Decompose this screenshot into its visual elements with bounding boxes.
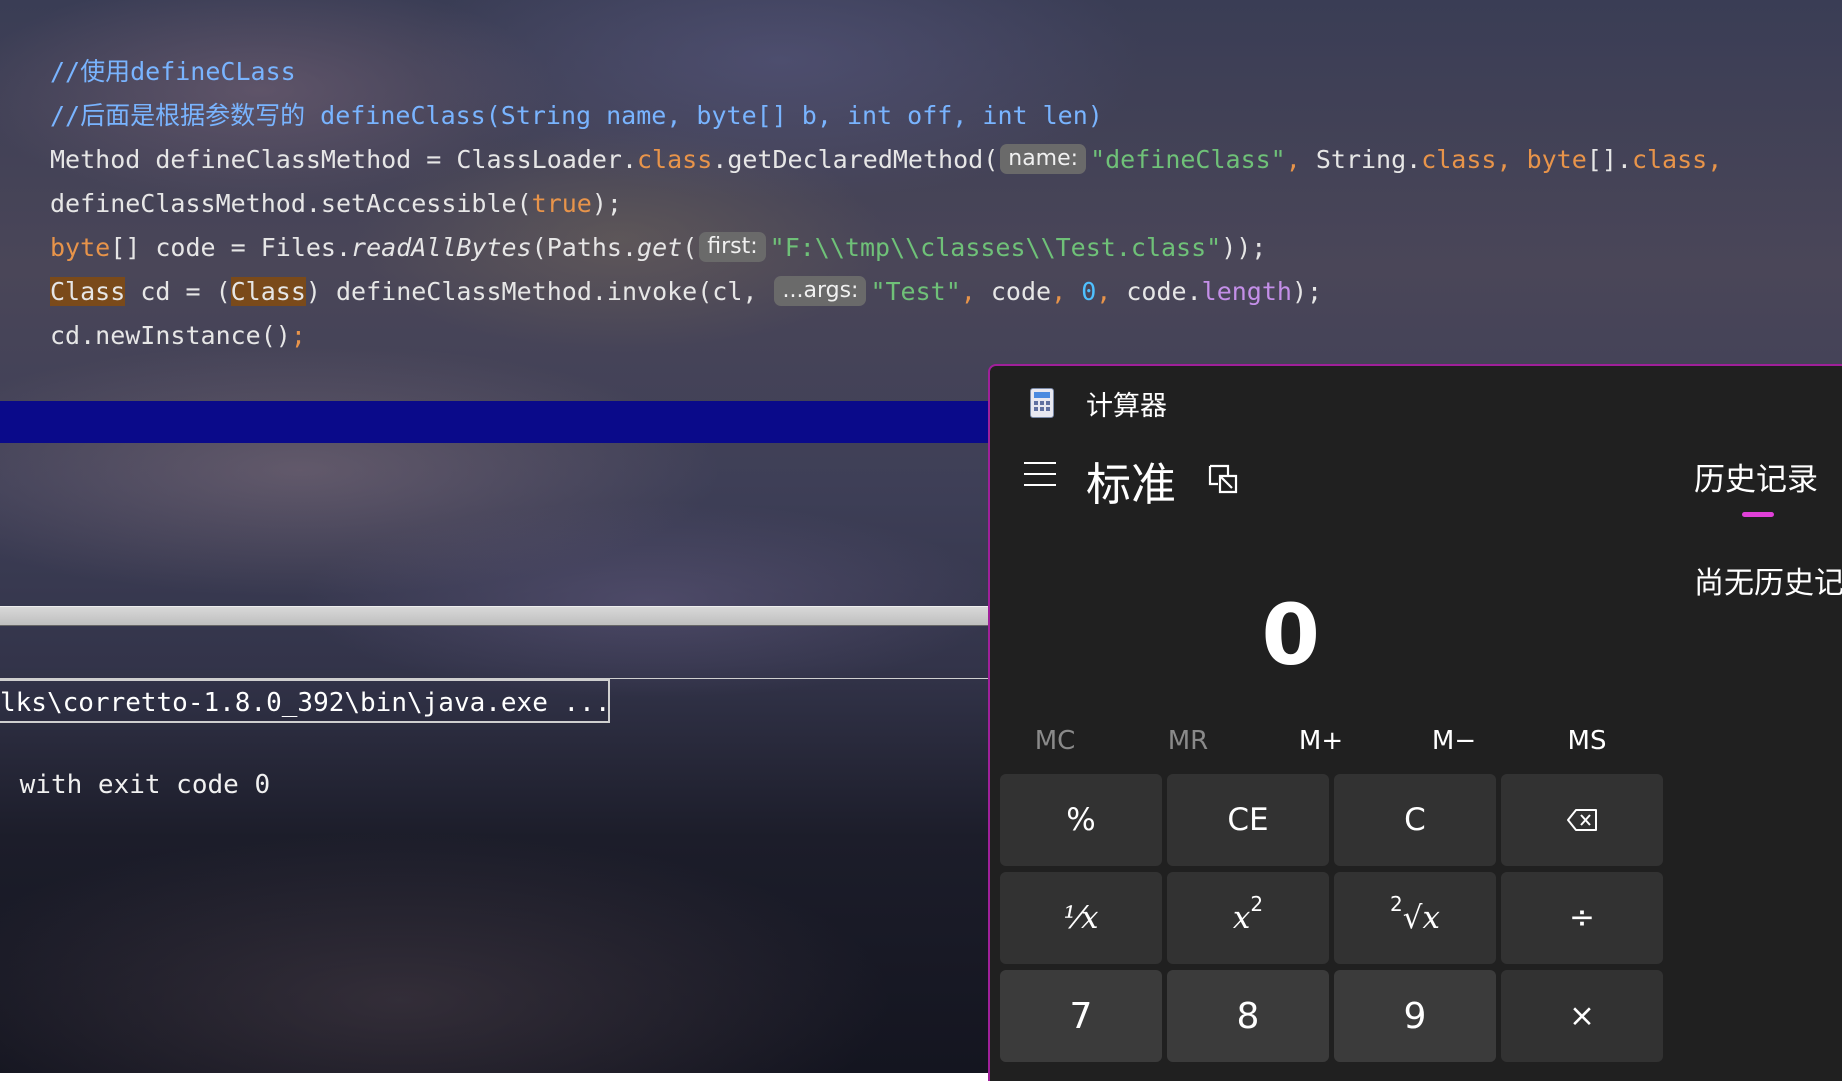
code-token: get [637, 233, 683, 262]
code-token: true [531, 189, 592, 218]
code-token: , [1051, 277, 1082, 306]
code-token: [] code = Files. [110, 233, 352, 262]
code-token: code. [1126, 277, 1202, 306]
hamburger-menu-icon[interactable] [1024, 462, 1056, 488]
code-token: (Paths. [531, 233, 638, 262]
backspace-icon [1567, 809, 1597, 831]
code-token: .getDeclaredMethod( [712, 145, 999, 174]
code-token: ); [1291, 277, 1323, 306]
reciprocal-button[interactable]: ⅟x [1000, 872, 1162, 964]
code-token: class [637, 145, 713, 174]
root-index-label: 2 [1390, 892, 1403, 916]
reciprocal-label: ⅟x [1063, 900, 1099, 936]
digit-7-button[interactable]: 7 [1000, 970, 1162, 1062]
calculator-titlebar[interactable]: 计算器 [990, 366, 1842, 436]
calculator-window: 计算器 标准 历史记录 尚无历史记录 0 MC MR M+ M− MS % CE… [988, 364, 1842, 1081]
code-token: "F:\\tmp\\classes\\Test.class" [769, 233, 1222, 262]
code-token: byte [50, 233, 111, 262]
keep-on-top-icon[interactable] [1206, 462, 1240, 496]
code-line[interactable]: byte[] code = Files.readAllBytes(Paths.g… [50, 226, 1737, 270]
code-token: //使用defineCLass [50, 57, 296, 86]
code-token: ( [682, 233, 698, 262]
parameter-hint: ...args: [774, 276, 867, 306]
square-button[interactable]: x2 [1167, 872, 1329, 964]
panel-splitter[interactable] [0, 606, 990, 626]
code-token: String. [1315, 145, 1422, 174]
code-token: byte [1526, 145, 1587, 174]
percent-button[interactable]: % [1000, 774, 1162, 866]
code-token: ); [591, 189, 622, 218]
code-token: defineClassMethod.setAccessible( [50, 189, 532, 218]
memory-subtract-button[interactable]: M− [1399, 726, 1509, 756]
code-token: cd = ( [125, 277, 231, 306]
code-token: "defineClass" [1090, 145, 1286, 174]
run-command-line[interactable]: lks\corretto-1.8.0_392\bin\java.exe ... [0, 679, 610, 723]
digit-9-button[interactable]: 9 [1334, 970, 1496, 1062]
code-editor[interactable]: //使用defineCLass //后面是根据参数写的 defineClass(S… [50, 50, 1737, 358]
code-token: class [1421, 145, 1497, 174]
code-line[interactable]: defineClassMethod.setAccessible(true); [50, 182, 1737, 226]
code-token: cd.newInstance() [50, 321, 291, 350]
code-token: , [1096, 277, 1127, 306]
calculator-icon [1030, 388, 1054, 418]
code-token: ) defineClassMethod.invoke(cl, [305, 277, 773, 306]
code-token: //后面是根据参数写的 defineClass(String name, byt… [50, 101, 1103, 130]
code-line[interactable]: Class cd = (Class) defineClassMethod.inv… [50, 270, 1737, 314]
memory-recall-button[interactable]: MR [1133, 726, 1243, 756]
calculator-mode-title: 标准 [1086, 458, 1177, 511]
code-line[interactable]: cd.newInstance(); [50, 314, 1737, 358]
code-token: , [960, 277, 991, 306]
tab-history[interactable]: 历史记录 [1694, 454, 1818, 499]
code-token: )); [1221, 233, 1267, 262]
window-title: 计算器 [1086, 391, 1167, 422]
process-exit-message: with exit code 0 [4, 770, 271, 800]
history-empty-message: 尚无历史记录 [1694, 566, 1842, 601]
clear-entry-button[interactable]: CE [1167, 774, 1329, 866]
run-command-text: lks\corretto-1.8.0_392\bin\java.exe ... [0, 688, 610, 718]
backspace-button[interactable] [1501, 774, 1663, 866]
code-token: ; [290, 321, 306, 350]
digit-8-button[interactable]: 8 [1167, 970, 1329, 1062]
code-token: []. [1586, 145, 1632, 174]
history-tab-indicator [1742, 512, 1774, 517]
code-token: code [990, 277, 1052, 306]
calculator-display: 0 [1261, 586, 1320, 684]
memory-add-button[interactable]: M+ [1266, 726, 1376, 756]
code-token: 0 [1081, 277, 1097, 306]
multiply-button[interactable]: × [1501, 970, 1663, 1062]
code-token: , [1285, 145, 1316, 174]
selected-line-highlight [0, 401, 990, 443]
code-line[interactable]: //使用defineCLass [50, 50, 1737, 94]
parameter-hint: first: [699, 232, 766, 262]
code-line[interactable]: Method defineClassMethod = ClassLoader.c… [50, 138, 1737, 182]
memory-clear-button[interactable]: MC [1000, 726, 1110, 756]
code-line[interactable]: //后面是根据参数写的 defineClass(String name, byt… [50, 94, 1737, 138]
code-token: Method defineClassMethod = ClassLoader. [50, 145, 637, 174]
code-token: "Test" [870, 277, 961, 306]
code-token: length [1201, 277, 1292, 306]
code-token: readAllBytes [351, 233, 532, 262]
code-token: Class [50, 277, 126, 306]
code-token: , [1707, 145, 1738, 174]
root-label: √x [1402, 900, 1440, 936]
divide-button[interactable]: ÷ [1501, 872, 1663, 964]
square-base-label: x [1232, 900, 1251, 936]
code-token: , [1496, 145, 1527, 174]
square-root-button[interactable]: 2 √x [1334, 872, 1496, 964]
code-token: Class [230, 277, 306, 306]
clear-button[interactable]: C [1334, 774, 1496, 866]
square-exponent-label: 2 [1250, 892, 1264, 916]
code-token: class [1631, 145, 1708, 174]
parameter-hint: name: [1000, 144, 1087, 174]
memory-store-button[interactable]: MS [1532, 726, 1642, 756]
